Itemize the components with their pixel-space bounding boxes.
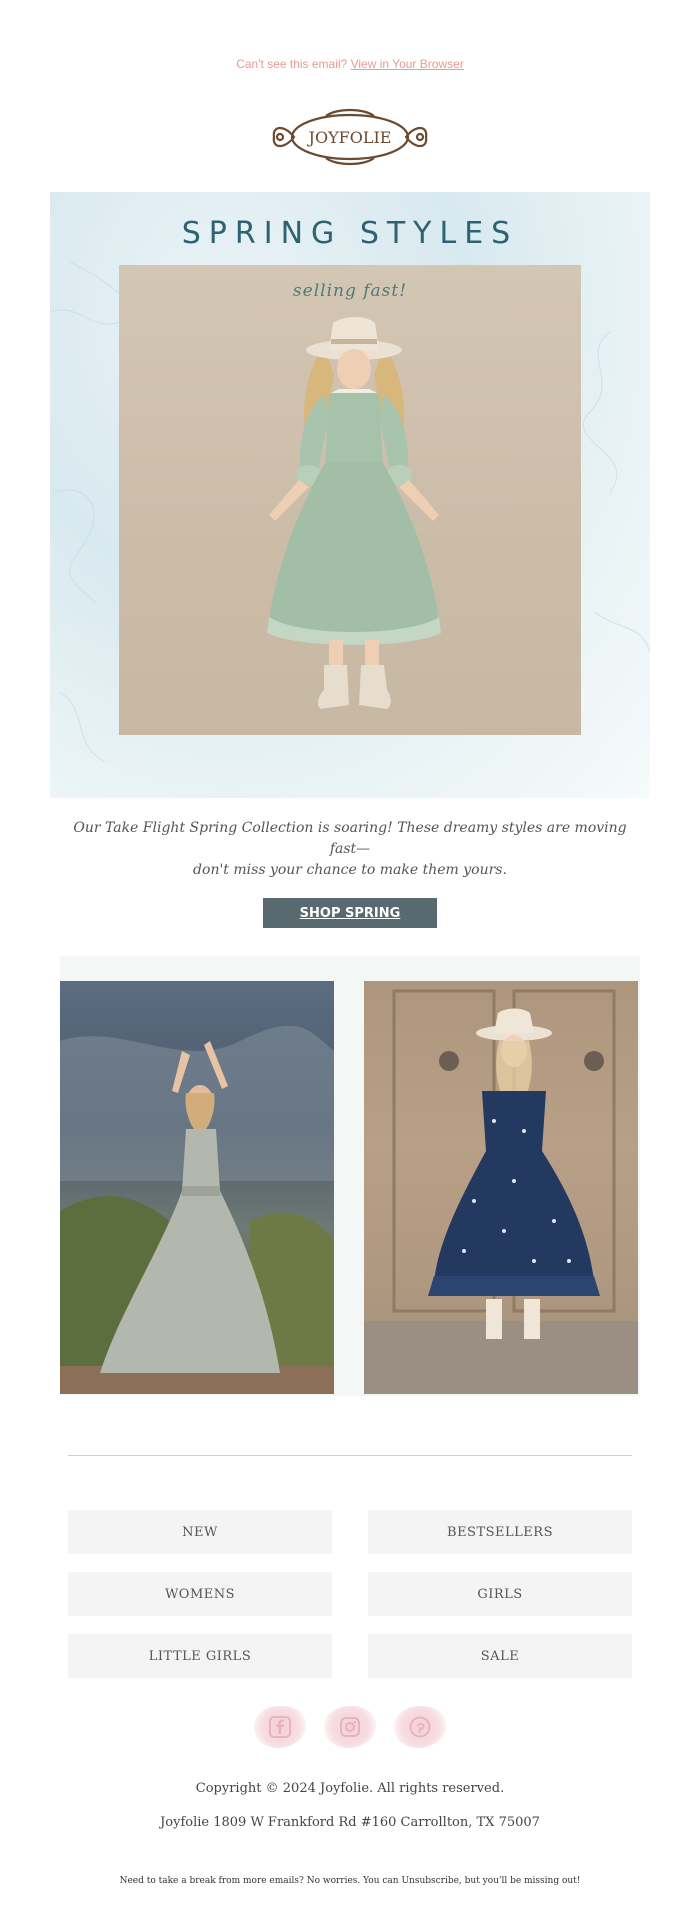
product-photo-strip (60, 956, 640, 1396)
brand-logo[interactable]: JOYFOLIE (266, 106, 434, 168)
pinterest-icon[interactable] (394, 1706, 446, 1748)
girl-in-green-dress-illustration (267, 317, 441, 709)
nav-new-button[interactable]: NEW (68, 1510, 332, 1554)
section-divider (68, 1455, 632, 1456)
preheader-text: Can't see this email? (236, 57, 348, 71)
logo-text: JOYFOLIE (307, 128, 392, 147)
hero-product-photo[interactable]: selling fast! (119, 265, 581, 735)
nav-sale-button[interactable]: SALE (368, 1634, 632, 1678)
girl-navy-dress-photo[interactable] (364, 981, 638, 1394)
hero-title: SPRING STYLES (181, 216, 519, 251)
unsubscribe-text[interactable]: Need to take a break from more emails? N… (0, 1876, 700, 1886)
nav-bestsellers-button[interactable]: BESTSELLERS (368, 1510, 632, 1554)
promo-description-line-1: Our Take Flight Spring Collection is soa… (73, 820, 627, 857)
hero-banner[interactable]: SPRING STYLES selling fast! (50, 192, 650, 798)
shop-spring-button[interactable]: SHOP SPRING (263, 898, 437, 928)
instagram-icon[interactable] (324, 1706, 376, 1748)
address-text: Joyfolie 1809 W Frankford Rd #160 Carrol… (160, 1815, 540, 1830)
nav-womens-button[interactable]: WOMENS (68, 1572, 332, 1616)
promo-description: Our Take Flight Spring Collection is soa… (60, 818, 640, 881)
nav-little-girls-button[interactable]: LITTLE GIRLS (68, 1634, 332, 1678)
view-in-browser-link[interactable]: View in Your Browser (351, 57, 464, 71)
woman-grey-gown-photo[interactable] (60, 981, 334, 1394)
woman-grey-gown-illustration (60, 1025, 334, 1394)
copyright-text: Copyright © 2024 Joyfolie. All rights re… (195, 1781, 505, 1796)
girl-navy-dress-illustration (364, 981, 638, 1394)
nav-girls-button[interactable]: GIRLS (368, 1572, 632, 1616)
promo-description-line-2: don't miss your chance to make them your… (193, 862, 507, 878)
facebook-icon[interactable] (254, 1706, 306, 1748)
preheader: Can't see this email? View in Your Brows… (0, 57, 700, 71)
